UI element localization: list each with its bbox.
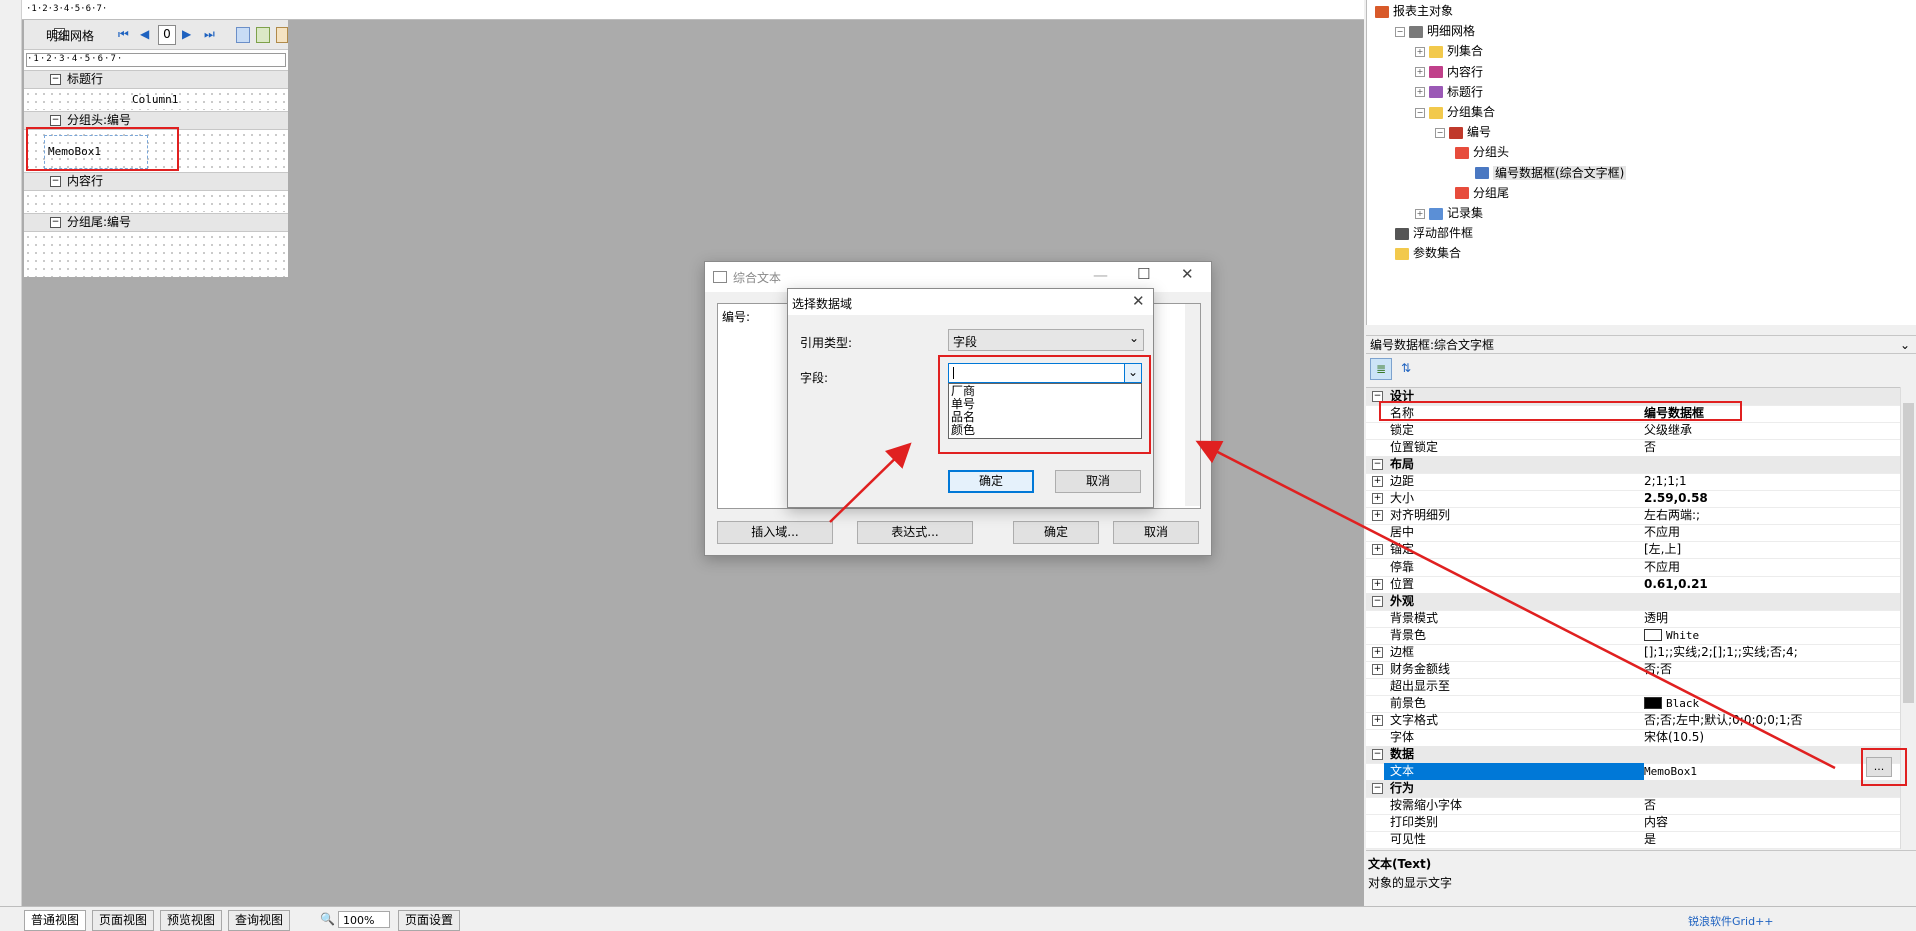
arrow-to-field-box — [1195, 440, 1836, 770]
arrow-to-field-list — [829, 442, 912, 523]
annotation-arrows — [829, 440, 1836, 770]
